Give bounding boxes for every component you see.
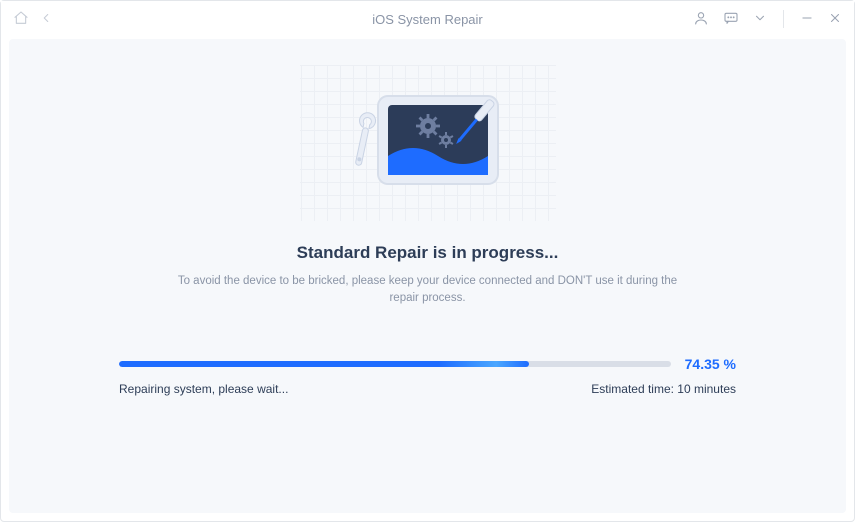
minimize-icon[interactable] <box>800 11 814 28</box>
chevron-down-icon[interactable] <box>753 11 767 28</box>
progress-subtext: To avoid the device to be bricked, pleas… <box>168 273 688 308</box>
titlebar: iOS System Repair <box>1 1 854 37</box>
progress-bar <box>119 361 529 367</box>
window-title: iOS System Repair <box>372 12 483 27</box>
home-icon[interactable] <box>13 10 29 29</box>
status-row: Repairing system, please wait... Estimat… <box>119 382 736 396</box>
close-icon[interactable] <box>828 11 842 28</box>
repair-illustration <box>288 65 568 221</box>
separator <box>783 10 784 28</box>
progress-percent: 74.35 % <box>685 356 736 372</box>
status-right: Estimated time: 10 minutes <box>591 382 736 396</box>
feedback-icon[interactable] <box>723 10 739 29</box>
back-icon[interactable] <box>39 11 53 28</box>
app-window: iOS System Repair <box>0 0 855 522</box>
progress-heading: Standard Repair is in progress... <box>297 243 559 263</box>
progress-track <box>119 361 671 367</box>
progress-row: 74.35 % <box>119 356 736 372</box>
content-area: Standard Repair is in progress... To avo… <box>9 39 846 513</box>
status-left: Repairing system, please wait... <box>119 382 288 396</box>
account-icon[interactable] <box>693 10 709 29</box>
